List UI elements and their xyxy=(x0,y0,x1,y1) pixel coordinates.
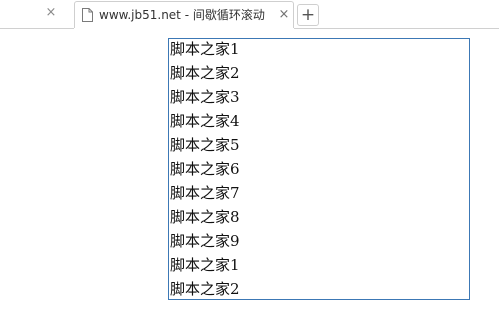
close-icon[interactable]: × xyxy=(43,5,59,21)
scrolling-list-box[interactable]: 脚本之家1 脚本之家2 脚本之家3 脚本之家4 脚本之家5 脚本之家6 脚本之家… xyxy=(168,38,470,300)
previous-tab-edge[interactable]: × xyxy=(0,0,58,29)
list-item: 脚本之家2 xyxy=(170,280,240,298)
list-item: 脚本之家5 xyxy=(170,136,240,154)
list-item: 脚本之家3 xyxy=(170,88,240,106)
list-item: 脚本之家2 xyxy=(170,64,240,82)
list-item: 脚本之家1 xyxy=(170,40,240,58)
page-icon xyxy=(82,8,93,22)
tab-title: www.jb51.net - 间歇循环滚动 xyxy=(99,8,265,22)
active-tab[interactable]: www.jb51.net - 间歇循环滚动 × xyxy=(74,1,294,28)
list-item: 脚本之家7 xyxy=(170,184,240,202)
list-item: 脚本之家9 xyxy=(170,232,240,250)
scrolling-list: 脚本之家1 脚本之家2 脚本之家3 脚本之家4 脚本之家5 脚本之家6 脚本之家… xyxy=(169,39,469,299)
browser-tab-strip: × www.jb51.net - 间歇循环滚动 × + xyxy=(0,0,499,29)
list-item: 脚本之家1 xyxy=(170,256,240,274)
tab-strip-divider xyxy=(58,28,74,29)
new-tab-button[interactable]: + xyxy=(297,4,319,26)
tab-close-icon[interactable]: × xyxy=(277,8,291,22)
list-item: 脚本之家6 xyxy=(170,160,240,178)
list-item: 脚本之家8 xyxy=(170,208,240,226)
tab-strip-divider xyxy=(294,28,499,29)
list-item: 脚本之家4 xyxy=(170,112,240,130)
